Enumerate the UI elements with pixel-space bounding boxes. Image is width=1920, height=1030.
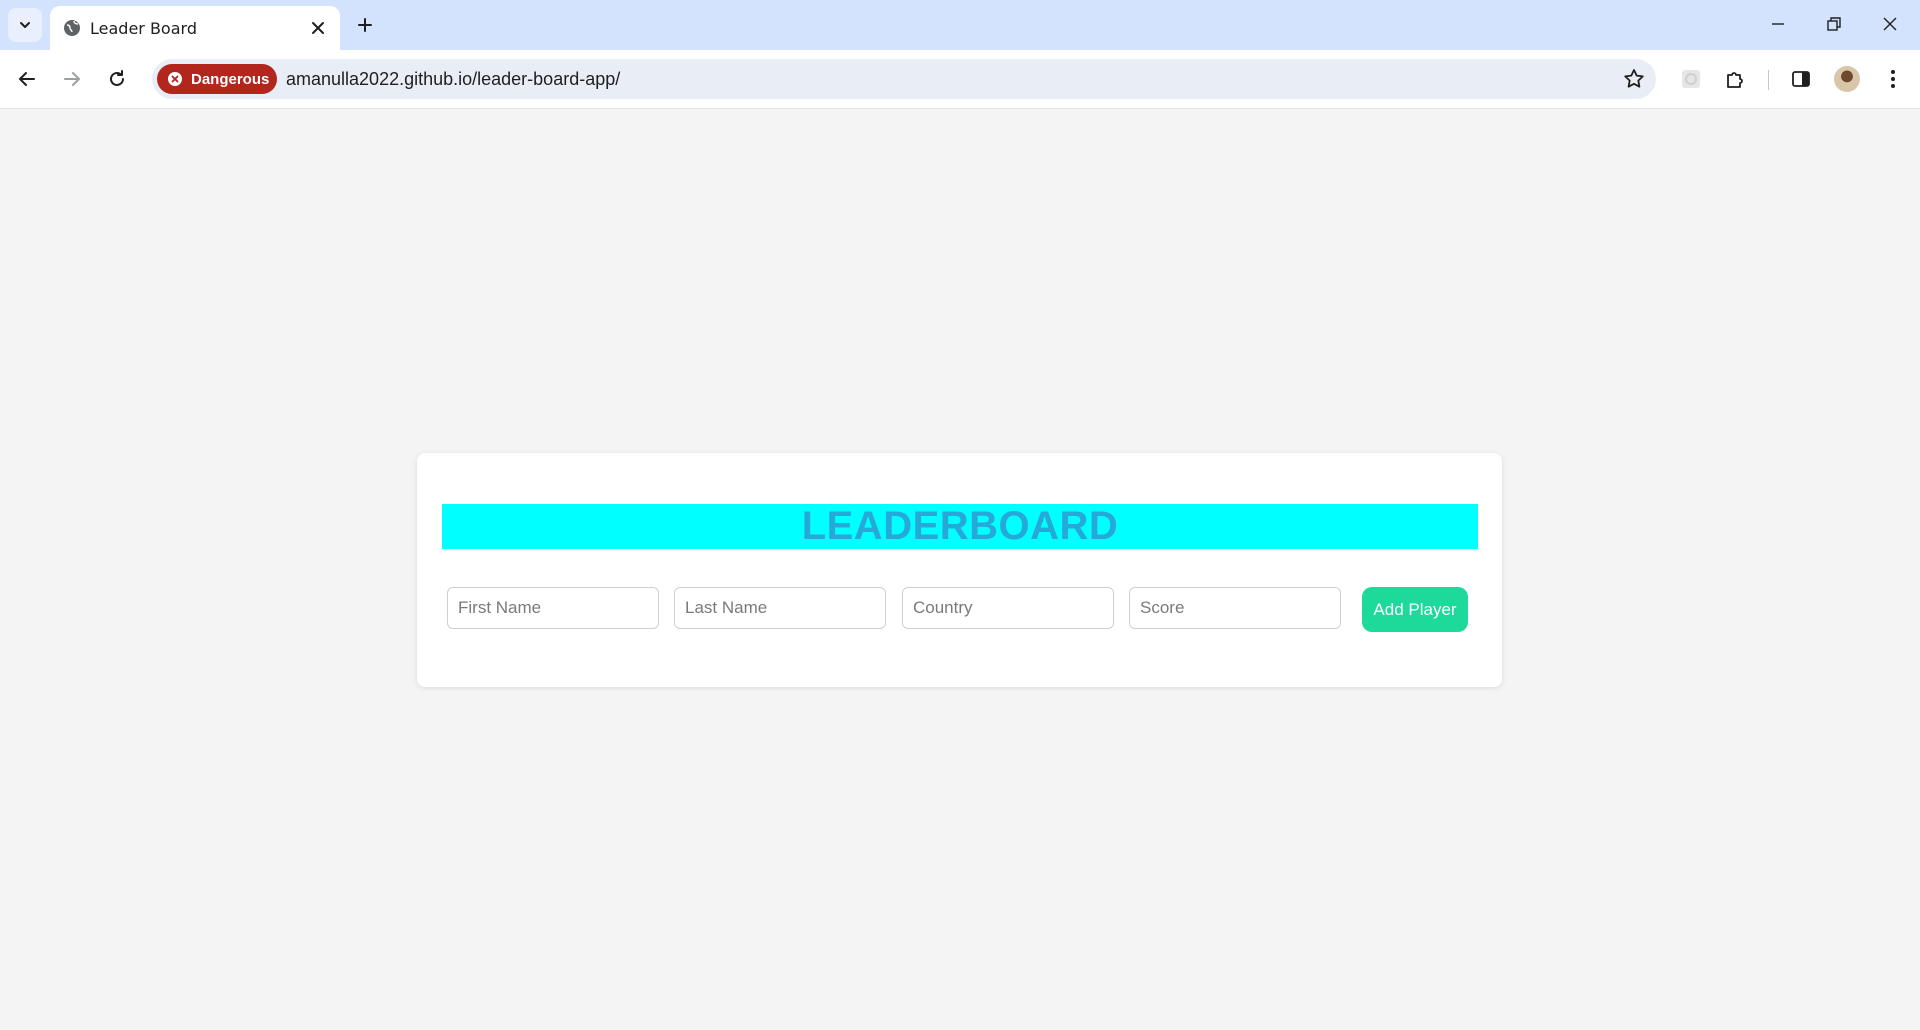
title-banner: LEADERBOARD xyxy=(442,504,1478,549)
minimize-icon xyxy=(1772,23,1784,25)
tab-title: Leader Board xyxy=(90,19,197,38)
plus-icon xyxy=(358,18,372,32)
close-icon xyxy=(312,22,324,34)
leaderboard-card: LEADERBOARD Add Player xyxy=(417,453,1502,687)
extensions-button[interactable] xyxy=(1722,66,1748,92)
page-title: LEADERBOARD xyxy=(801,504,1119,548)
minimize-button[interactable] xyxy=(1750,0,1806,48)
first-name-input[interactable] xyxy=(447,587,659,629)
tab-search-button[interactable] xyxy=(8,8,42,42)
arrow-right-icon xyxy=(64,72,80,86)
forward-button[interactable] xyxy=(55,62,89,96)
star-icon[interactable] xyxy=(1622,67,1646,91)
security-status-chip[interactable]: Dangerous xyxy=(157,64,277,94)
browser-toolbar: Dangerous amanulla2022.github.io/leader-… xyxy=(0,50,1920,109)
close-window-button[interactable] xyxy=(1862,0,1918,48)
more-vertical-icon xyxy=(1891,70,1895,88)
restore-icon xyxy=(1827,17,1841,31)
last-name-input[interactable] xyxy=(674,587,886,629)
close-icon xyxy=(1883,17,1897,31)
globe-icon xyxy=(64,20,80,36)
profile-avatar[interactable] xyxy=(1834,66,1860,92)
tab-close-button[interactable] xyxy=(306,16,330,40)
extension-placeholder-icon xyxy=(1682,70,1700,88)
score-input[interactable] xyxy=(1129,587,1341,629)
error-icon xyxy=(168,72,182,86)
chevron-down-icon xyxy=(20,22,30,28)
restore-button[interactable] xyxy=(1806,0,1862,48)
reload-icon xyxy=(110,70,124,86)
page-viewport: LEADERBOARD Add Player xyxy=(0,109,1920,1030)
browser-tab[interactable]: Leader Board xyxy=(50,6,340,50)
side-panel-icon xyxy=(1792,71,1810,87)
security-label: Dangerous xyxy=(191,70,270,88)
url-text[interactable]: amanulla2022.github.io/leader-board-app/ xyxy=(286,69,620,90)
tab-strip: Leader Board xyxy=(0,0,1920,50)
arrow-left-icon xyxy=(19,72,35,86)
toolbar-divider xyxy=(1768,70,1769,90)
browser-menu-button[interactable] xyxy=(1880,66,1906,92)
extension-icon[interactable] xyxy=(1678,66,1704,92)
add-player-button[interactable]: Add Player xyxy=(1362,587,1468,632)
country-input[interactable] xyxy=(902,587,1114,629)
back-button[interactable] xyxy=(10,62,44,96)
reload-button[interactable] xyxy=(100,62,134,96)
new-tab-button[interactable] xyxy=(350,10,380,40)
side-panel-button[interactable] xyxy=(1788,66,1814,92)
address-bar[interactable]: Dangerous amanulla2022.github.io/leader-… xyxy=(152,59,1656,99)
puzzle-icon xyxy=(1727,72,1743,88)
